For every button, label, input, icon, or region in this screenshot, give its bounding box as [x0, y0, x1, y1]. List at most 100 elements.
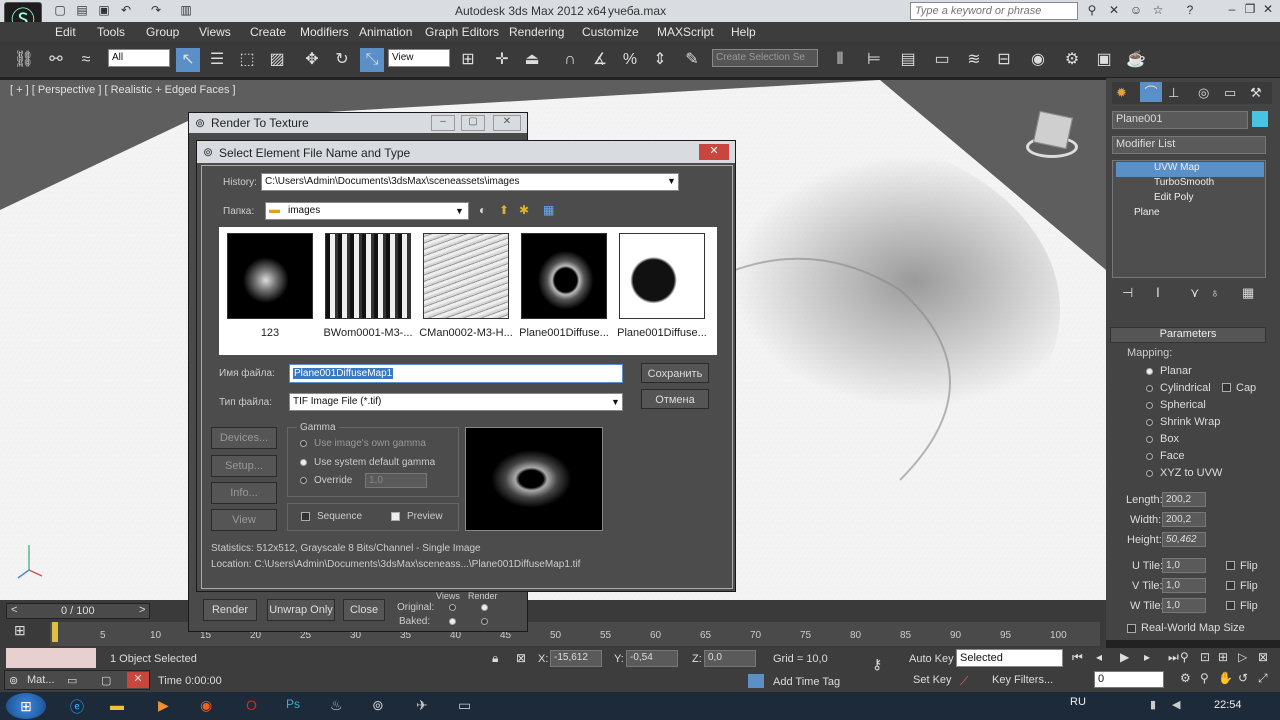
mat-close-icon[interactable]: ✕	[127, 672, 149, 688]
info-button[interactable]: Info...	[211, 482, 277, 504]
pan-icon[interactable]: ✋	[1218, 671, 1233, 685]
open-icon[interactable]: ▤	[74, 3, 90, 19]
height-field[interactable]: 50,462	[1162, 532, 1206, 547]
cylindrical-radio[interactable]	[1146, 385, 1153, 392]
schematic-icon[interactable]: ⊟	[992, 48, 1016, 72]
history-dropdown-icon[interactable]: ▼	[667, 176, 676, 186]
undo-icon[interactable]: ↶	[118, 3, 134, 19]
manipulate-icon[interactable]: ✛	[490, 48, 514, 72]
snaps-icon[interactable]: ∩	[558, 48, 582, 72]
preview-checkbox[interactable]	[391, 512, 400, 521]
window-taskbar-icon[interactable]: ▭	[458, 697, 471, 714]
menu-tools[interactable]: Tools	[97, 25, 125, 39]
planar-radio[interactable]	[1146, 368, 1153, 375]
save-icon[interactable]: ▣	[96, 3, 112, 19]
thumb-item[interactable]	[227, 233, 313, 319]
menu-create[interactable]: Create	[250, 25, 286, 39]
media-player-icon[interactable]: ▶	[158, 697, 169, 714]
hierarchy-tab-icon[interactable]: ⊥	[1168, 85, 1179, 101]
viewcube-icon[interactable]	[1020, 110, 1084, 166]
go-to-end-icon[interactable]: ⏭	[1168, 650, 1179, 665]
app-taskbar-icon[interactable]: ✈	[416, 697, 428, 714]
zoom-extents-all-icon[interactable]: ⊞	[1218, 650, 1228, 664]
next-frame-icon[interactable]: >	[139, 604, 145, 616]
filetype-dropdown-icon[interactable]: ▼	[611, 397, 620, 407]
named-selection-select[interactable]: Create Selection Se	[712, 49, 818, 67]
pivot-icon[interactable]: ⊞	[456, 48, 480, 72]
time-slider-thumb[interactable]	[52, 622, 58, 642]
stack-item-plane[interactable]: Plane	[1116, 207, 1264, 222]
next-key-icon[interactable]: ▸	[1144, 650, 1150, 664]
pin-stack-icon[interactable]: ⊣	[1122, 285, 1133, 301]
spinner-snap-icon[interactable]: ⇕	[648, 48, 672, 72]
ref-coord-select[interactable]: View	[388, 49, 450, 67]
rotate-icon[interactable]: ↻	[330, 48, 354, 72]
absolute-mode-icon[interactable]: ⊠	[516, 651, 526, 665]
u-flip-checkbox[interactable]	[1226, 561, 1235, 570]
menu-customize[interactable]: Customize	[582, 25, 639, 39]
original-views-radio[interactable]	[449, 604, 456, 611]
link-icon[interactable]: ⛓	[12, 48, 36, 72]
history-select[interactable]: C:\Users\Admin\Documents\3dsMax\sceneass…	[261, 173, 679, 191]
box-radio[interactable]	[1146, 436, 1153, 443]
render-setup-icon[interactable]: ⚙	[1060, 48, 1084, 72]
clock[interactable]: 22:54	[1214, 699, 1242, 711]
original-render-radio[interactable]	[481, 604, 488, 611]
stack-item-turbosmooth[interactable]: TurboSmooth	[1116, 177, 1264, 192]
bind-spacewarp-icon[interactable]: ≈	[74, 48, 98, 72]
scale-icon[interactable]: ⤡	[360, 48, 384, 72]
move-icon[interactable]: ✥	[300, 48, 324, 72]
key-mode-select[interactable]: Selected	[956, 649, 1063, 667]
mat-maximize-icon[interactable]: ▢	[101, 674, 111, 687]
new-icon[interactable]: ▢	[52, 3, 68, 19]
volume-icon[interactable]: ◀	[1172, 698, 1180, 711]
language-indicator[interactable]: RU	[1070, 696, 1086, 708]
graphite-icon[interactable]: ▭	[930, 48, 954, 72]
new-folder-icon[interactable]: ✱	[519, 203, 529, 217]
menu-maxscript[interactable]: MAXScript	[657, 25, 714, 39]
shrink-wrap-radio[interactable]	[1146, 419, 1153, 426]
rtt-close-icon[interactable]: ✕	[493, 115, 521, 131]
object-name-field[interactable]: Plane001	[1112, 111, 1248, 129]
zoom-extents-icon[interactable]: ⊡	[1200, 650, 1210, 664]
project-icon[interactable]: ▥	[178, 3, 194, 19]
edit-named-sel-icon[interactable]: ✎	[680, 48, 704, 72]
key-icon[interactable]: ⚷	[872, 656, 882, 673]
menu-modifiers[interactable]: Modifiers	[300, 25, 349, 39]
menu-views[interactable]: Views	[199, 25, 231, 39]
make-unique-icon[interactable]: ⋎	[1190, 285, 1200, 301]
utile-field[interactable]: 1,0	[1162, 558, 1206, 573]
back-icon[interactable]: ◐	[479, 203, 486, 217]
rtt-render-button[interactable]: Render	[203, 599, 257, 621]
material-window-tab[interactable]: ⊚ Mat... ▭ ▢ ✕	[4, 670, 150, 690]
window-crossing-icon[interactable]: ▨	[265, 48, 289, 72]
y-field[interactable]: -0,54	[626, 650, 678, 667]
material-editor-icon[interactable]: ◉	[1026, 48, 1050, 72]
baked-render-radio[interactable]	[481, 618, 488, 625]
network-icon[interactable]: ▮	[1150, 698, 1156, 711]
select-object-icon[interactable]: ↖	[176, 48, 200, 72]
keyboard-shortcut-icon[interactable]: ⏏	[520, 48, 544, 72]
up-folder-icon[interactable]: ⬆	[499, 203, 509, 217]
override-gamma-radio[interactable]	[300, 477, 307, 484]
maxscript-listener[interactable]	[6, 648, 96, 668]
baked-views-radio[interactable]	[449, 618, 456, 625]
x-field[interactable]: -15,612	[550, 650, 602, 667]
align-icon[interactable]: ⊨	[862, 48, 886, 72]
cancel-button[interactable]: Отмена	[641, 389, 709, 409]
layer-manager-icon[interactable]: ▤	[896, 48, 920, 72]
lock-icon[interactable]: 🔒︎	[492, 651, 498, 666]
width-field[interactable]: 200,2	[1162, 512, 1206, 527]
mat-restore-icon[interactable]: ▭	[67, 674, 77, 687]
set-key-button[interactable]: Set Key	[913, 674, 952, 686]
parameters-rollout[interactable]: Parameters	[1110, 327, 1266, 343]
time-slider[interactable]: 0 / 100 < >	[6, 603, 150, 619]
z-field[interactable]: 0,0	[704, 650, 756, 667]
play-icon[interactable]: ▶	[1120, 650, 1129, 664]
thumb-item[interactable]	[423, 233, 509, 319]
zoom-icon[interactable]: ⚲	[1200, 671, 1209, 685]
orbit-icon[interactable]: ↺	[1238, 671, 1248, 685]
close-icon[interactable]: ✕	[1258, 2, 1278, 18]
thumb-item[interactable]	[521, 233, 607, 319]
menu-group[interactable]: Group	[146, 25, 179, 39]
